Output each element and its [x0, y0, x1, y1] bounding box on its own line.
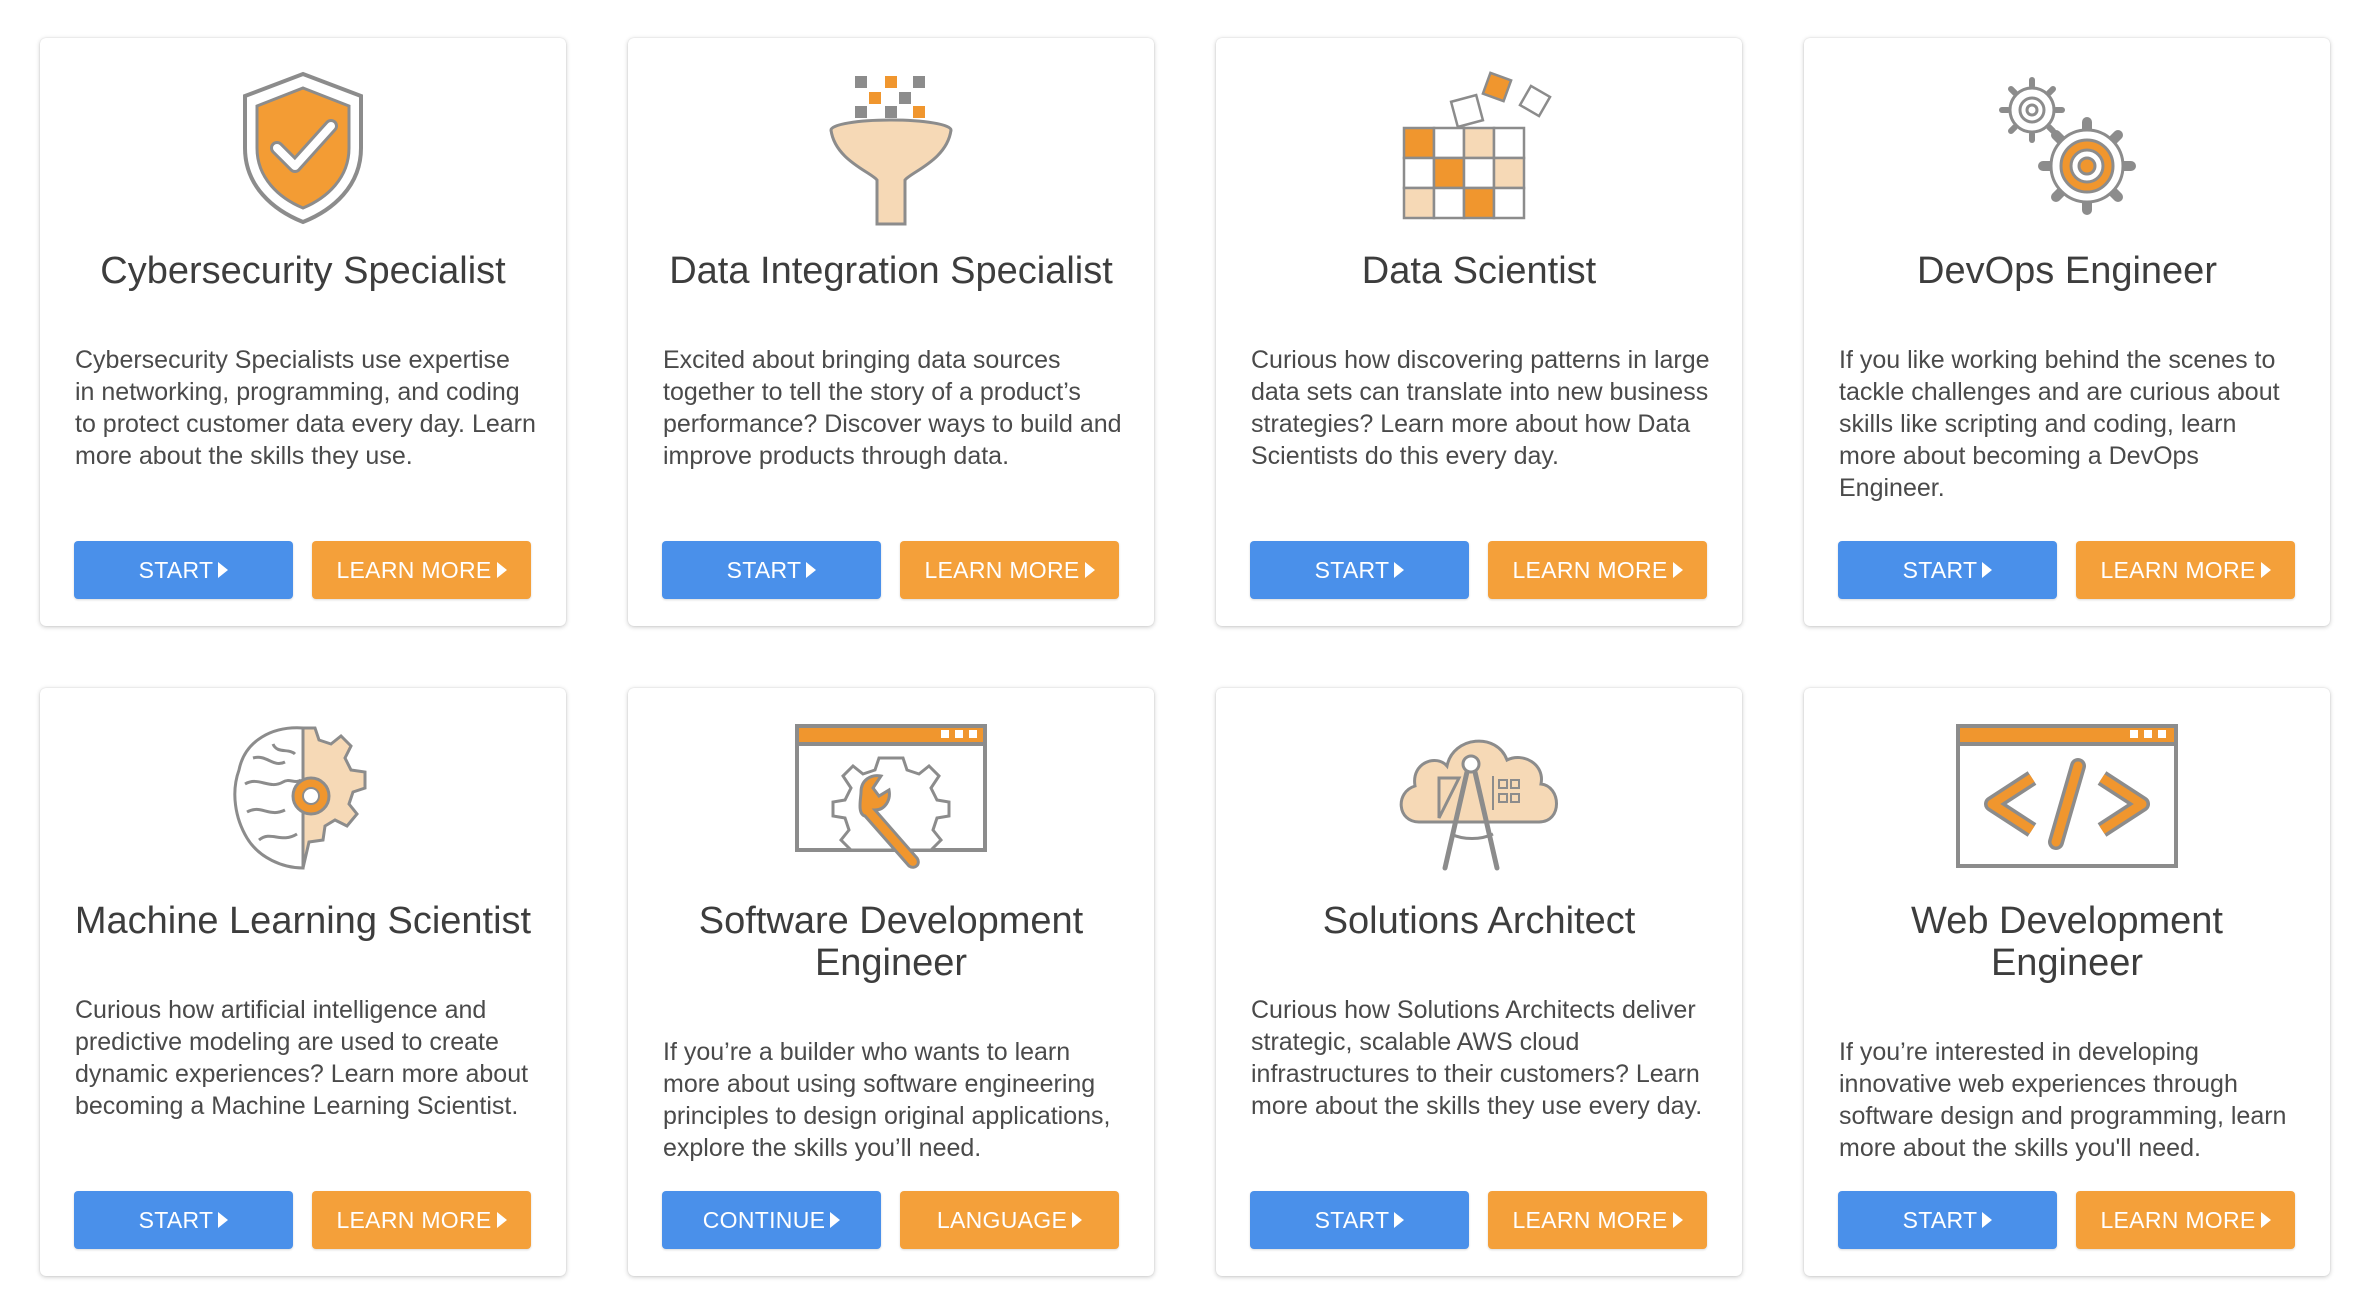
continue-button[interactable]: CONTINUE: [662, 1191, 881, 1249]
play-arrow-icon: [2260, 562, 2271, 578]
card-title: Software Development Engineer: [698, 900, 1084, 984]
play-arrow-icon: [496, 1212, 507, 1228]
card-title: DevOps Engineer: [1917, 250, 2217, 292]
button-label: LEARN MORE: [2100, 556, 2256, 583]
card-description: If you’re interested in developing innov…: [1839, 1038, 2287, 1162]
card-description: Curious how discovering patterns in larg…: [1251, 346, 1710, 470]
play-arrow-icon: [1982, 1212, 1993, 1228]
button-label: LEARN MORE: [336, 1206, 492, 1233]
button-label: START: [138, 1206, 214, 1233]
play-arrow-icon: [218, 562, 229, 578]
card-description: If you like working behind the scenes to…: [1839, 346, 2280, 502]
learn-more-button[interactable]: LEARN MORE: [1488, 1191, 1707, 1249]
button-label: START: [1902, 556, 1978, 583]
play-arrow-icon: [1394, 562, 1405, 578]
button-label: START: [726, 556, 802, 583]
play-arrow-icon: [496, 562, 507, 578]
career-card: Data Scientist Curious how discovering p…: [1216, 38, 1742, 626]
start-button[interactable]: START: [662, 541, 881, 599]
button-label: LANGUAGE: [936, 1206, 1068, 1233]
browser-code-icon: [1804, 718, 2330, 878]
start-button[interactable]: START: [1838, 1191, 2057, 1249]
play-arrow-icon: [218, 1212, 229, 1228]
button-label: LEARN MORE: [2100, 1206, 2256, 1233]
career-card: Cybersecurity Specialist Cybersecurity S…: [40, 38, 566, 626]
career-card: Machine Learning Scientist Curious how a…: [40, 688, 566, 1276]
learn-more-button[interactable]: LEARN MORE: [2076, 541, 2295, 599]
play-arrow-icon: [806, 562, 817, 578]
button-label: LEARN MORE: [924, 556, 1080, 583]
play-arrow-icon: [1982, 562, 1993, 578]
learn-more-button[interactable]: LEARN MORE: [1488, 541, 1707, 599]
card-description: If you’re a builder who wants to learn m…: [663, 1038, 1111, 1162]
button-label: START: [138, 556, 214, 583]
learn-more-button[interactable]: LEARN MORE: [900, 541, 1119, 599]
play-arrow-icon: [1394, 1212, 1405, 1228]
play-arrow-icon: [2260, 1212, 2271, 1228]
start-button[interactable]: START: [74, 541, 293, 599]
gears-icon: [1804, 68, 2330, 228]
shield-check-icon: [40, 68, 566, 228]
learn-more-button[interactable]: LEARN MORE: [312, 541, 531, 599]
card-description: Excited about bringing data sources toge…: [663, 346, 1122, 470]
browser-wrench-icon: [628, 718, 1154, 878]
button-label: START: [1314, 556, 1390, 583]
career-card: Web Development Engineer If you’re inter…: [1804, 688, 2330, 1276]
career-card: Solutions Architect Curious how Solution…: [1216, 688, 1742, 1276]
button-label: LEARN MORE: [336, 556, 492, 583]
card-title: Cybersecurity Specialist: [100, 250, 506, 292]
career-card: DevOps Engineer If you like working behi…: [1804, 38, 2330, 626]
card-description: Cybersecurity Specialists use expertise …: [75, 346, 536, 470]
start-button[interactable]: START: [74, 1191, 293, 1249]
brain-gear-icon: [40, 718, 566, 878]
learn-more-button[interactable]: LEARN MORE: [2076, 1191, 2295, 1249]
play-arrow-icon: [830, 1212, 841, 1228]
card-title: Data Integration Specialist: [669, 250, 1113, 292]
career-card-grid: Cybersecurity Specialist Cybersecurity S…: [0, 0, 2376, 1316]
start-button[interactable]: START: [1250, 541, 1469, 599]
button-label: LEARN MORE: [1512, 556, 1668, 583]
funnel-icon: [628, 68, 1154, 228]
data-cubes-icon: [1216, 68, 1742, 228]
button-label: START: [1314, 1206, 1390, 1233]
language-button[interactable]: LANGUAGE: [900, 1191, 1119, 1249]
play-arrow-icon: [1672, 1212, 1683, 1228]
card-title: Web Development Engineer: [1911, 900, 2223, 984]
play-arrow-icon: [1072, 1212, 1083, 1228]
learn-more-button[interactable]: LEARN MORE: [312, 1191, 531, 1249]
card-title: Solutions Architect: [1322, 900, 1636, 942]
card-description: Curious how artificial intelligence and …: [75, 996, 529, 1120]
card-title: Data Scientist: [1361, 250, 1597, 292]
career-card: Data Integration Specialist Excited abou…: [628, 38, 1154, 626]
card-title: Machine Learning Scientist: [74, 900, 532, 942]
card-description: Curious how Solutions Architects deliver…: [1251, 996, 1703, 1120]
button-label: LEARN MORE: [1512, 1206, 1668, 1233]
cloud-compass-icon: [1216, 718, 1742, 878]
button-label: CONTINUE: [702, 1206, 826, 1233]
start-button[interactable]: START: [1250, 1191, 1469, 1249]
career-card: Software Development Engineer If you’re …: [628, 688, 1154, 1276]
start-button[interactable]: START: [1838, 541, 2057, 599]
button-label: START: [1902, 1206, 1978, 1233]
play-arrow-icon: [1084, 562, 1095, 578]
play-arrow-icon: [1672, 562, 1683, 578]
